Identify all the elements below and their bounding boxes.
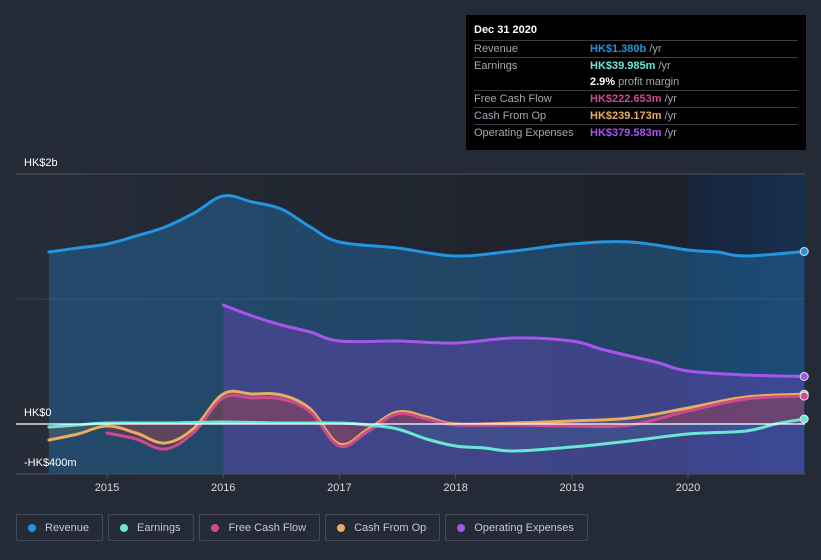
legend-label: Earnings: [137, 521, 181, 534]
legend-dot-icon: [211, 523, 220, 532]
tooltip-row-free-cash-flow: Free Cash Flow HK$222.653m /yr: [474, 91, 798, 108]
y-axis-label: HK$2b: [24, 157, 58, 169]
tooltip-unit: /yr: [664, 110, 677, 122]
tooltip-label: [474, 74, 590, 90]
legend-label: Free Cash Flow: [228, 521, 307, 534]
tooltip-row-earnings: Earnings HK$39.985m /yr: [474, 58, 798, 74]
tooltip-row-revenue: Revenue HK$1.380b /yr: [474, 41, 798, 58]
tooltip-unit: profit margin: [618, 76, 680, 88]
y-axis-label: HK$0: [24, 407, 52, 419]
legend-label: Cash From Op: [354, 521, 427, 534]
legend-item-revenue[interactable]: Revenue: [16, 514, 104, 541]
legend-dot-icon: [28, 523, 36, 532]
tooltip-row-profit-margin: 2.9% profit margin: [474, 74, 798, 91]
legend-dot-icon: [457, 523, 466, 532]
tooltip-row-operating-expenses: Operating Expenses HK$379.583m /yr: [474, 125, 798, 141]
x-tick-label: 2015: [95, 482, 119, 494]
legend: Revenue Earnings Free Cash Flow Cash Fro…: [16, 514, 588, 541]
y-axis-label: -HK$400m: [24, 457, 77, 469]
x-tick-label: 2017: [327, 482, 351, 494]
tooltip-label: Free Cash Flow: [474, 93, 552, 105]
tooltip-unit: /yr: [649, 43, 662, 55]
tooltip-label: Operating Expenses: [474, 127, 574, 139]
tooltip-row-cash-from-op: Cash From Op HK$239.173m /yr: [474, 108, 798, 125]
tooltip-value: 2.9%: [590, 76, 616, 88]
legend-item-cash-from-op[interactable]: Cash From Op: [325, 514, 441, 541]
tooltip-date: Dec 31 2020: [474, 23, 798, 41]
tooltip-unit: /yr: [664, 93, 677, 105]
x-tick-label: 2018: [443, 482, 467, 494]
legend-item-operating-expenses[interactable]: Operating Expenses: [445, 514, 588, 541]
tooltip-value: HK$1.380b: [590, 43, 647, 55]
tooltip-label: Revenue: [474, 43, 519, 55]
tooltip-label: Cash From Op: [474, 110, 547, 122]
legend-item-earnings[interactable]: Earnings: [108, 514, 195, 541]
tooltip-value: HK$222.653m: [590, 93, 662, 105]
x-tick-label: 2016: [211, 482, 235, 494]
x-tick-label: 2020: [676, 482, 700, 494]
earnings-end-point[interactable]: [799, 414, 809, 424]
tooltip-value: HK$39.985m: [590, 60, 656, 72]
legend-label: Revenue: [45, 521, 90, 534]
tooltip-unit: /yr: [658, 60, 671, 72]
legend-label: Operating Expenses: [474, 521, 574, 534]
tooltip-unit: /yr: [664, 127, 677, 139]
legend-dot-icon: [337, 523, 346, 532]
tooltip-label: Earnings: [474, 60, 518, 72]
free-cash-flow-end-point[interactable]: [799, 391, 809, 401]
tooltip-panel: Dec 31 2020 Revenue HK$1.380b /yr Earnin…: [466, 15, 806, 150]
operating-expenses-end-point[interactable]: [799, 372, 809, 381]
legend-item-free-cash-flow[interactable]: Free Cash Flow: [199, 514, 321, 541]
legend-dot-icon: [120, 523, 129, 532]
tooltip-value: HK$239.173m: [590, 110, 662, 122]
x-tick-label: 2019: [560, 482, 584, 494]
revenue-end-point[interactable]: [799, 247, 809, 256]
tooltip-value: HK$379.583m: [590, 127, 662, 139]
